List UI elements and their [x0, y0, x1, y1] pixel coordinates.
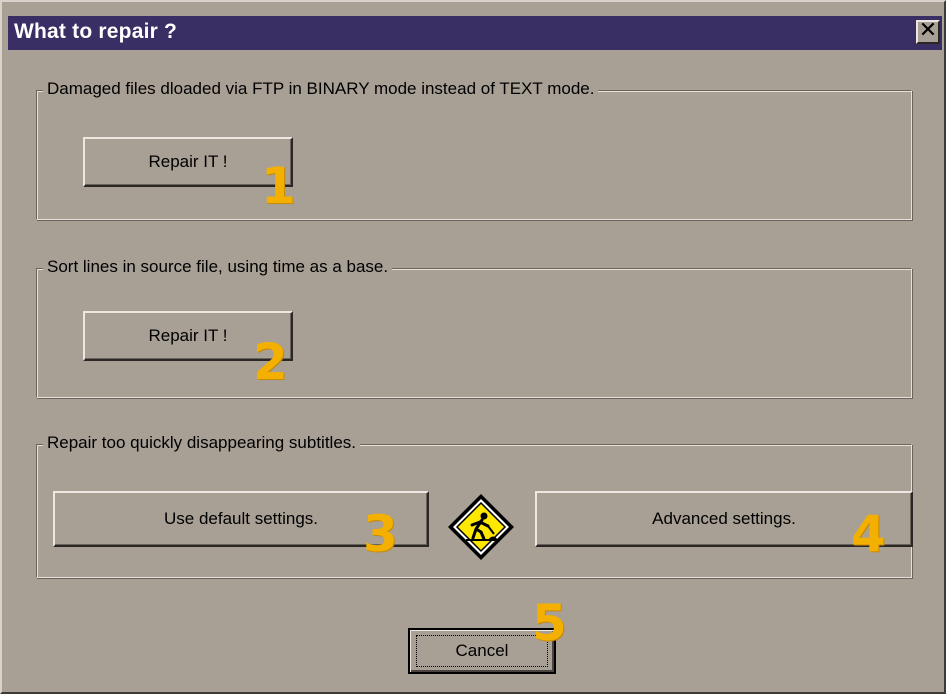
repair-sort-button-label: Repair IT !: [148, 326, 228, 345]
group-subtitles-label: Repair too quickly disappearing subtitle…: [43, 433, 361, 453]
group-sort-lines-label: Sort lines in source file, using time as…: [43, 257, 393, 277]
group-ftp-repair: Damaged files dloaded via FTP in BINARY …: [36, 79, 912, 220]
roadwork-warning-icon: [448, 494, 514, 560]
group-ftp-repair-label: Damaged files dloaded via FTP in BINARY …: [43, 79, 599, 99]
group-sort-lines: Sort lines in source file, using time as…: [36, 257, 912, 398]
repair-ftp-button-label: Repair IT !: [148, 152, 228, 171]
cancel-button-label: Cancel: [455, 641, 509, 660]
repair-dialog: What to repair ? ✕ Damaged files dloaded…: [0, 0, 946, 694]
annotation-number-4: 4: [851, 505, 886, 563]
title-bar[interactable]: What to repair ? ✕: [8, 16, 942, 50]
annotation-number-2: 2: [253, 333, 288, 391]
close-icon: ✕: [918, 18, 938, 43]
close-button[interactable]: ✕: [916, 20, 940, 44]
use-default-settings-label: Use default settings.: [163, 509, 319, 528]
annotation-number-1: 1: [261, 157, 296, 215]
dialog-title: What to repair ?: [14, 20, 178, 43]
advanced-settings-label: Advanced settings.: [652, 509, 796, 528]
annotation-number-3: 3: [363, 505, 398, 563]
annotation-number-5: 5: [532, 594, 567, 652]
